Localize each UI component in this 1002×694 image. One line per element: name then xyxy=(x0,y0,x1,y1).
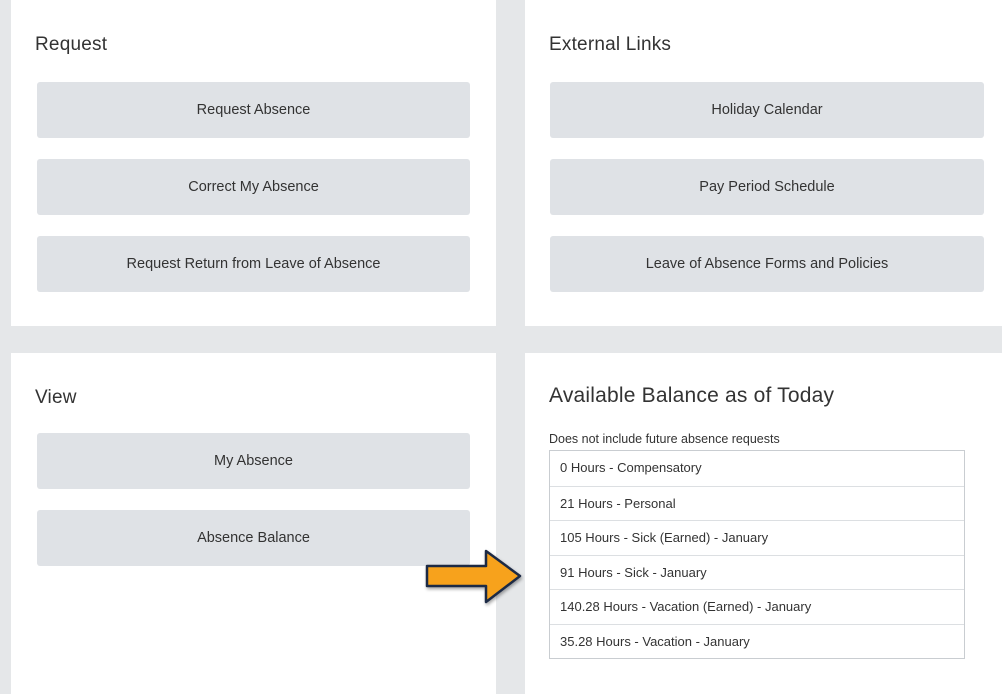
available-balance-title: Available Balance as of Today xyxy=(549,384,835,407)
balance-row-compensatory: 0 Hours - Compensatory xyxy=(560,460,702,475)
external-links-tile: External Links Holiday Calendar Pay Peri… xyxy=(525,0,1002,326)
request-tile: Request Request Absence Correct My Absen… xyxy=(11,0,496,326)
my-absence-button[interactable]: My Absence xyxy=(37,433,470,489)
view-tile: View My Absence Absence Balance xyxy=(11,353,496,694)
arrow-right-icon xyxy=(425,549,522,604)
request-absence-button[interactable]: Request Absence xyxy=(37,82,470,138)
correct-my-absence-button[interactable]: Correct My Absence xyxy=(37,159,470,215)
balance-note: Does not include future absence requests xyxy=(549,432,780,446)
balance-row-personal: 21 Hours - Personal xyxy=(550,485,964,521)
balance-row-vacation: 35.28 Hours - Vacation - January xyxy=(550,623,964,659)
balance-row-vacation-earned: 140.28 Hours - Vacation (Earned) - Janua… xyxy=(550,589,964,624)
absence-balance-button[interactable]: Absence Balance xyxy=(37,510,470,566)
available-balance-tile: Available Balance as of Today Does not i… xyxy=(525,353,1002,694)
balance-row-sick-earned: 105 Hours - Sick (Earned) - January xyxy=(550,520,964,555)
leave-forms-policies-button[interactable]: Leave of Absence Forms and Policies xyxy=(550,236,984,292)
request-title: Request xyxy=(35,34,108,55)
balance-row-sick: 91 Hours - Sick - January xyxy=(550,554,964,590)
holiday-calendar-button[interactable]: Holiday Calendar xyxy=(550,82,984,138)
external-links-title: External Links xyxy=(549,34,672,55)
view-title: View xyxy=(35,387,77,408)
request-return-from-leave-button[interactable]: Request Return from Leave of Absence xyxy=(37,236,470,292)
pay-period-schedule-button[interactable]: Pay Period Schedule xyxy=(550,159,984,215)
balance-list: 0 Hours - Compensatory 21 Hours - Person… xyxy=(549,450,965,659)
